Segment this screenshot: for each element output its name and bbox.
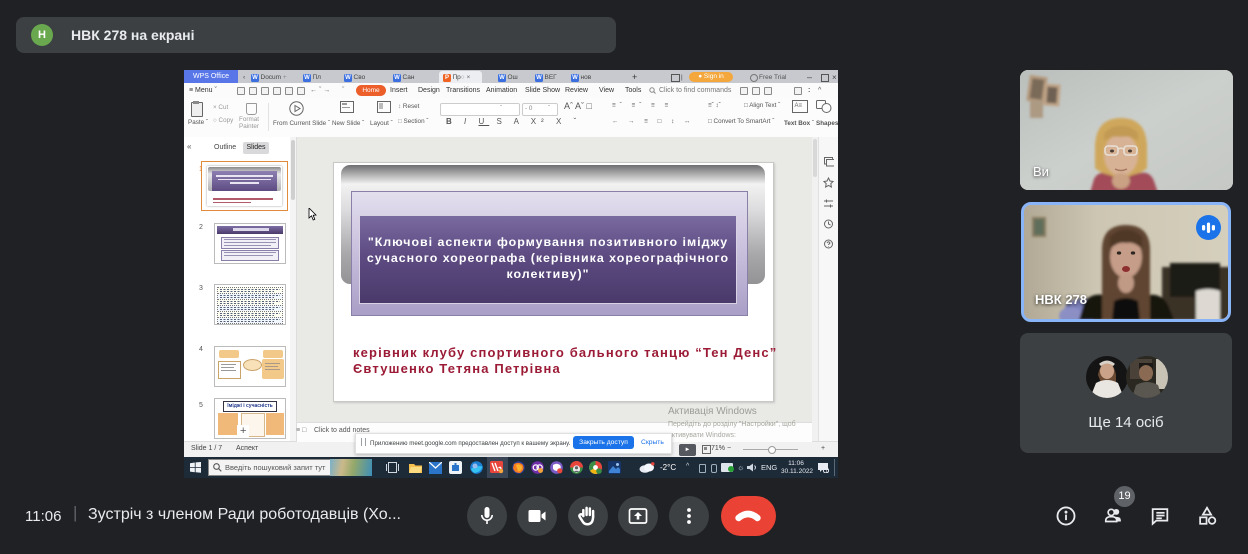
svg-text:1: 1 (825, 469, 828, 473)
svg-text:Ще 14 осіб: Ще 14 осіб (1088, 414, 1163, 431)
